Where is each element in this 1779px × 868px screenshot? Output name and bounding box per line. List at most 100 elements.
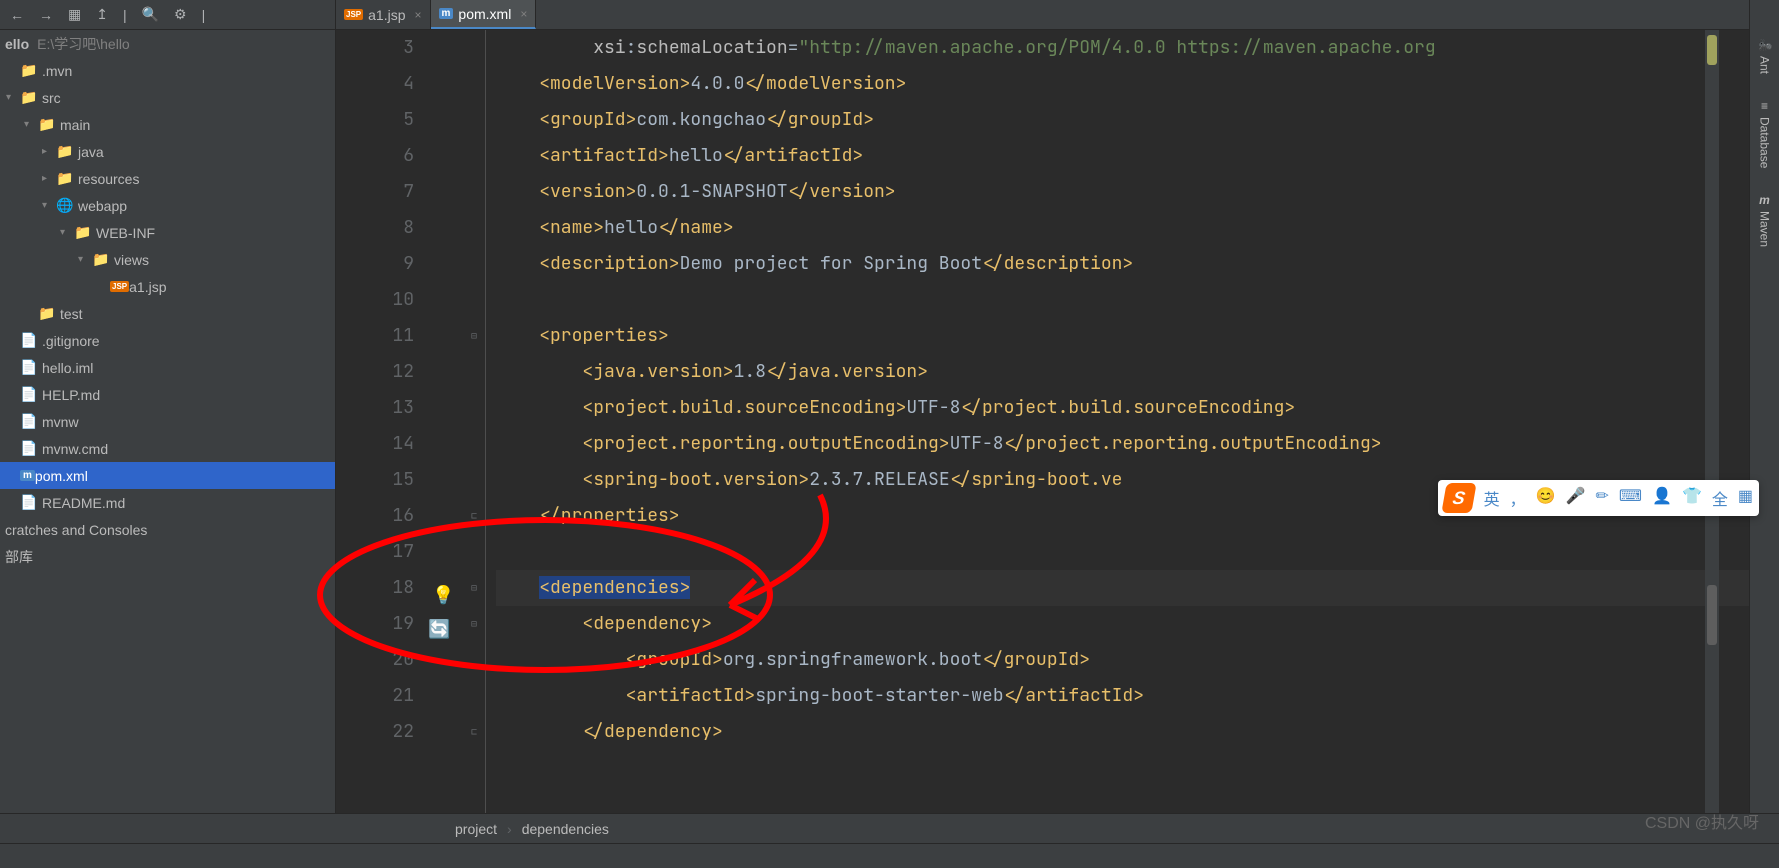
code-line[interactable]: <dependencies> [496, 570, 1749, 606]
project-root[interactable]: ello E:\学习吧\hello [0, 30, 335, 57]
tree-item--gitignore[interactable]: 📄.gitignore [0, 327, 335, 354]
tree-item-a1-jsp[interactable]: JSP a1.jsp [0, 273, 335, 300]
code-line[interactable]: <dependency> [496, 606, 1749, 642]
sogou-logo-icon[interactable]: S [1441, 483, 1476, 513]
up-icon[interactable]: ↥ [96, 6, 108, 23]
tool-database[interactable]: ≡Database [1757, 99, 1773, 168]
line-number: 6 [336, 138, 414, 174]
line-number: 18 [336, 570, 414, 606]
chevron-icon[interactable]: ▸ [42, 146, 56, 157]
line-number: 10 [336, 282, 414, 318]
code-line[interactable]: <groupId>org.springframework.boot</group… [496, 642, 1749, 678]
chevron-icon[interactable]: ▾ [24, 119, 38, 130]
fold-column[interactable]: ⊟ ⊏ ⊟ ⊟ ⊏ [466, 30, 486, 813]
code-line[interactable]: <modelVersion>4.0.0</modelVersion> [496, 66, 1749, 102]
ime-button[interactable]: 👤 [1652, 486, 1672, 510]
ime-button[interactable]: 👕 [1682, 486, 1702, 510]
search-icon[interactable]: 🔍 [142, 6, 159, 23]
fold-icon[interactable]: ⊏ [468, 726, 480, 738]
tree-item-mvnw-cmd[interactable]: 📄mvnw.cmd [0, 435, 335, 462]
chevron-icon[interactable]: ▾ [60, 227, 74, 238]
code-line[interactable] [496, 282, 1749, 318]
tree-extra[interactable]: 部库 [0, 543, 335, 570]
settings-icon[interactable]: ⚙ [174, 6, 187, 23]
tree-item-java[interactable]: ▸📁java [0, 138, 335, 165]
project-tree[interactable]: ello E:\学习吧\hello 📁.mvn▾📁src▾📁main▸📁java… [0, 30, 336, 813]
tree-item-webapp[interactable]: ▾🌐webapp [0, 192, 335, 219]
code-line[interactable]: <artifactId>spring-boot-starter-web</art… [496, 678, 1749, 714]
ime-button[interactable]: ▦ [1738, 486, 1753, 510]
file-icon: 📄 [20, 359, 38, 376]
code-line[interactable] [496, 534, 1749, 570]
tab-pom-xml[interactable]: mpom.xml× [431, 0, 537, 29]
chevron-icon[interactable]: ▾ [78, 254, 92, 265]
fold-icon[interactable]: ⊏ [468, 510, 480, 522]
tree-item--mvn[interactable]: 📁.mvn [0, 57, 335, 84]
folder-icon: 📁 [74, 224, 92, 241]
code-line[interactable]: <artifactId>hello</artifactId> [496, 138, 1749, 174]
tool-maven[interactable]: mMaven [1757, 193, 1773, 247]
close-icon[interactable]: × [520, 7, 527, 21]
breadcrumb-item[interactable]: dependencies [522, 821, 609, 837]
tree-item-README-md[interactable]: 📄README.md [0, 489, 335, 516]
tree-item-src[interactable]: ▾📁src [0, 84, 335, 111]
code-line[interactable]: </dependency> [496, 714, 1749, 750]
scrollbar-warning [1707, 35, 1717, 65]
tree-extra[interactable]: cratches and Consoles [0, 516, 335, 543]
tree-item-views[interactable]: ▾📁views [0, 246, 335, 273]
folder-icon: 📁 [92, 251, 110, 268]
tree-item-WEB-INF[interactable]: ▾📁WEB-INF [0, 219, 335, 246]
code-line[interactable]: <description>Demo project for Spring Boo… [496, 246, 1749, 282]
class-icon[interactable]: ▦ [68, 6, 81, 23]
tree-item-mvnw[interactable]: 📄mvnw [0, 408, 335, 435]
line-number: 14 [336, 426, 414, 462]
fold-icon[interactable]: ⊟ [468, 582, 480, 594]
back-icon[interactable]: ← [10, 7, 24, 23]
tree-item-pom-xml[interactable]: m pom.xml [0, 462, 335, 489]
chevron-icon[interactable]: ▾ [42, 200, 56, 211]
ime-button[interactable]: ✏ [1596, 486, 1609, 510]
tree-item-hello-iml[interactable]: 📄hello.iml [0, 354, 335, 381]
code-line[interactable]: <groupId>com.kongchao</groupId> [496, 102, 1749, 138]
scrollbar[interactable] [1705, 30, 1719, 813]
editor[interactable]: 345678910111213141516171819202122 💡🔄 ⊟⊏⊟… [336, 30, 1749, 813]
tab-a1-jsp[interactable]: JSPa1.jsp× [336, 0, 431, 29]
ime-button[interactable]: ， [1510, 486, 1526, 510]
tool-ant[interactable]: 🐜Ant [1757, 38, 1773, 74]
chevron-icon[interactable]: ▾ [6, 92, 20, 103]
code-line[interactable]: <properties> [496, 318, 1749, 354]
file-icon: 📄 [20, 440, 38, 457]
bulb-icon[interactable]: 💡 [432, 578, 454, 614]
code-content[interactable]: xsi:schemaLocation="http://maven.apache.… [486, 30, 1749, 813]
ime-button[interactable]: 🎤 [1566, 486, 1586, 510]
chevron-icon[interactable]: ▸ [42, 173, 56, 184]
jsp-icon: JSP [344, 9, 363, 20]
tree-item-HELP-md[interactable]: 📄HELP.md [0, 381, 335, 408]
scrollbar-thumb[interactable] [1707, 585, 1717, 645]
status-bar [0, 843, 1779, 868]
reload-icon[interactable]: 🔄 [428, 612, 450, 648]
fold-icon[interactable]: ⊟ [468, 330, 480, 342]
code-line[interactable]: <project.build.sourceEncoding>UTF-8</pro… [496, 390, 1749, 426]
code-line[interactable]: <project.reporting.outputEncoding>UTF-8<… [496, 426, 1749, 462]
tree-item-resources[interactable]: ▸📁resources [0, 165, 335, 192]
breadcrumb-item[interactable]: project [455, 821, 497, 837]
ime-button[interactable]: ⌨ [1619, 486, 1642, 510]
folder-icon: 📁 [38, 305, 56, 322]
tree-item-main[interactable]: ▾📁main [0, 111, 335, 138]
code-line[interactable]: <name>hello</name> [496, 210, 1749, 246]
maven-icon: m [439, 8, 454, 19]
close-icon[interactable]: × [414, 8, 421, 22]
forward-icon[interactable]: → [39, 7, 53, 23]
ime-language[interactable]: 英 [1484, 486, 1500, 510]
tree-item-test[interactable]: 📁test [0, 300, 335, 327]
ime-button[interactable]: 全 [1712, 486, 1728, 510]
ime-button[interactable]: 😊 [1536, 486, 1556, 510]
ime-toolbar[interactable]: S 英 ， 😊 🎤 ✏ ⌨ 👤 👕 全 ▦ [1438, 480, 1759, 516]
fold-icon[interactable]: ⊟ [468, 618, 480, 630]
code-line[interactable]: <java.version>1.8</java.version> [496, 354, 1749, 390]
code-line[interactable]: <version>0.0.1-SNAPSHOT</version> [496, 174, 1749, 210]
code-line[interactable]: xsi:schemaLocation="http://maven.apache.… [496, 30, 1749, 66]
line-number: 13 [336, 390, 414, 426]
breadcrumbs: project › dependencies [0, 813, 1779, 843]
